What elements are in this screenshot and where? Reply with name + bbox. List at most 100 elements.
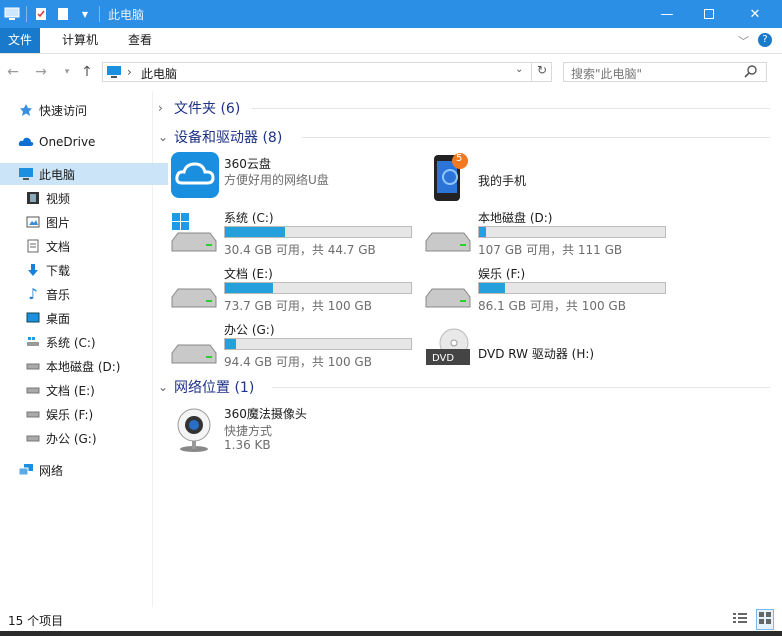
sidebar-item-drive-f[interactable]: 娱乐 (F:) [0, 403, 175, 425]
drive-item[interactable]: 系统 (C:) 30.4 GB 可用，共 44.7 GB [170, 209, 420, 261]
customize-quick-access-icon[interactable]: ▼ [77, 6, 93, 22]
drive-usage-bar [224, 338, 412, 350]
drive-usage-bar [478, 226, 666, 238]
drive-usage-fill [225, 283, 274, 293]
sidebar-item-drive-g[interactable]: 办公 (G:) [0, 427, 175, 449]
tab-view[interactable]: 查看 [116, 28, 164, 53]
sidebar-item-label: 视频 [46, 191, 71, 206]
camera-item[interactable]: 360魔法摄像头 快捷方式 1.36 KB [170, 401, 420, 453]
drive-name: 文档 (E:) [224, 267, 273, 281]
forward-button[interactable]: → [32, 63, 50, 81]
drive-free-space: 73.7 GB 可用，共 100 GB [224, 299, 372, 313]
download-icon [25, 262, 41, 278]
drive-usage-bar [224, 226, 412, 238]
search-input[interactable]: 搜索"此电脑" [563, 62, 767, 82]
ribbon: 文件 计算机 查看 ﹀ ? [0, 28, 782, 54]
windows-drive-icon [25, 334, 41, 350]
content-pane: › 文件夹 (6) ⌄ 设备和驱动器 (8) 360云盘 方便好用的网络U盘 5… [152, 91, 782, 607]
drive-usage-fill [225, 339, 237, 349]
drive-item[interactable]: 本地磁盘 (D:) 107 GB 可用，共 111 GB [424, 209, 674, 261]
tab-computer[interactable]: 计算机 [50, 28, 110, 53]
drive-item[interactable]: 娱乐 (F:) 86.1 GB 可用，共 100 GB [424, 265, 674, 317]
group-title: 文件夹 (6) [174, 101, 241, 117]
drive-icon [424, 267, 474, 314]
drive-usage-fill [479, 227, 487, 237]
group-divider [302, 137, 770, 138]
phone-name: 我的手机 [478, 174, 527, 188]
cloud-drive-icon [170, 151, 220, 202]
address-dropdown-icon[interactable]: ⌄ [515, 64, 523, 75]
group-divider [252, 108, 770, 109]
drive-icon [170, 323, 220, 370]
phone-item[interactable]: 5 我的手机 [430, 151, 680, 203]
sidebar-item-videos[interactable]: 视频 [0, 187, 175, 209]
sidebar-item-drive-c[interactable]: 系统 (C:) [0, 331, 175, 353]
phone-icon [430, 151, 472, 206]
tab-file[interactable]: 文件 [0, 28, 40, 53]
group-title: 设备和驱动器 (8) [174, 130, 283, 146]
sidebar-item-label: 系统 (C:) [46, 335, 96, 350]
chevron-down-icon: ⌄ [158, 130, 169, 144]
sidebar-item-drive-e[interactable]: 文档 (E:) [0, 379, 175, 401]
search-icon[interactable] [744, 64, 758, 81]
drive-item[interactable]: 文档 (E:) 73.7 GB 可用，共 100 GB [170, 265, 420, 317]
sidebar-item-downloads[interactable]: 下载 [0, 259, 175, 281]
sidebar-item-documents[interactable]: 文档 [0, 235, 175, 257]
drive-item[interactable]: 办公 (G:) 94.4 GB 可用，共 100 GB [170, 321, 420, 373]
title-separator [26, 6, 27, 22]
refresh-button[interactable]: ↻ [531, 63, 552, 81]
new-folder-icon[interactable] [55, 6, 71, 22]
sidebar-item-network[interactable]: 网络 [0, 459, 168, 481]
group-folders[interactable]: › 文件夹 (6) [158, 97, 770, 119]
back-button[interactable]: ← [4, 63, 22, 81]
minimize-button[interactable]: — [644, 0, 690, 28]
dvd-label: DVD [432, 353, 455, 364]
star-icon [18, 102, 34, 118]
sidebar-item-drive-d[interactable]: 本地磁盘 (D:) [0, 355, 175, 377]
sidebar-item-music[interactable]: ♪ 音乐 [0, 283, 175, 305]
details-view-icon[interactable] [732, 611, 748, 628]
cloud-drive-item[interactable]: 360云盘 方便好用的网络U盘 [170, 151, 420, 203]
document-icon [25, 238, 41, 254]
address-bar[interactable]: › 此电脑 ⌄ ↻ [102, 62, 552, 82]
drive-usage-fill [479, 283, 506, 293]
picture-icon [25, 214, 41, 230]
drive-icon [25, 406, 41, 422]
title-separator-2 [99, 6, 100, 22]
dvd-drive-item[interactable]: DVD DVD RW 驱动器 (H:) [424, 327, 674, 379]
large-icons-view-icon[interactable] [756, 609, 774, 630]
sidebar-item-onedrive[interactable]: OneDrive [0, 131, 168, 153]
sidebar-item-desktop[interactable]: 桌面 [0, 307, 175, 329]
camera-type: 快捷方式 [224, 424, 273, 438]
title-bar: ▼ 此电脑 — ✕ [0, 0, 782, 28]
breadcrumb[interactable]: 此电脑 [141, 65, 177, 82]
drive-icon [25, 358, 41, 374]
camera-size: 1.36 KB [224, 438, 271, 452]
drive-free-space: 86.1 GB 可用，共 100 GB [478, 299, 626, 313]
breadcrumb-chevron-icon[interactable]: › [127, 65, 132, 79]
drive-icon [25, 430, 41, 446]
sidebar-item-pictures[interactable]: 图片 [0, 211, 175, 233]
status-bar: 15 个项目 [0, 607, 782, 631]
chevron-right-icon: › [158, 101, 163, 115]
recent-locations-button[interactable]: ▾ [58, 63, 76, 81]
sidebar-item-label: 图片 [46, 215, 71, 230]
up-button[interactable]: ↑ [78, 63, 96, 81]
maximize-button[interactable] [686, 0, 732, 28]
computer-icon[interactable] [4, 6, 20, 22]
help-icon[interactable]: ? [758, 33, 772, 47]
sidebar-item-quick-access[interactable]: 快速访问 [0, 99, 168, 121]
sidebar-item-label: 本地磁盘 (D:) [46, 359, 121, 374]
sidebar-item-label: OneDrive [39, 135, 96, 149]
desktop-icon [25, 310, 41, 326]
sidebar-item-this-pc[interactable]: 此电脑 [0, 163, 168, 185]
expand-ribbon-icon[interactable]: ﹀ [738, 33, 749, 49]
group-network[interactable]: ⌄ 网络位置 (1) [158, 376, 770, 398]
sidebar-item-label: 文档 [46, 239, 71, 254]
sidebar-item-label: 办公 (G:) [46, 431, 97, 446]
properties-icon[interactable] [33, 6, 49, 22]
drive-name: 系统 (C:) [224, 211, 274, 225]
sidebar-item-label: 桌面 [46, 311, 71, 326]
group-devices[interactable]: ⌄ 设备和驱动器 (8) [158, 126, 770, 148]
close-button[interactable]: ✕ [732, 0, 778, 28]
